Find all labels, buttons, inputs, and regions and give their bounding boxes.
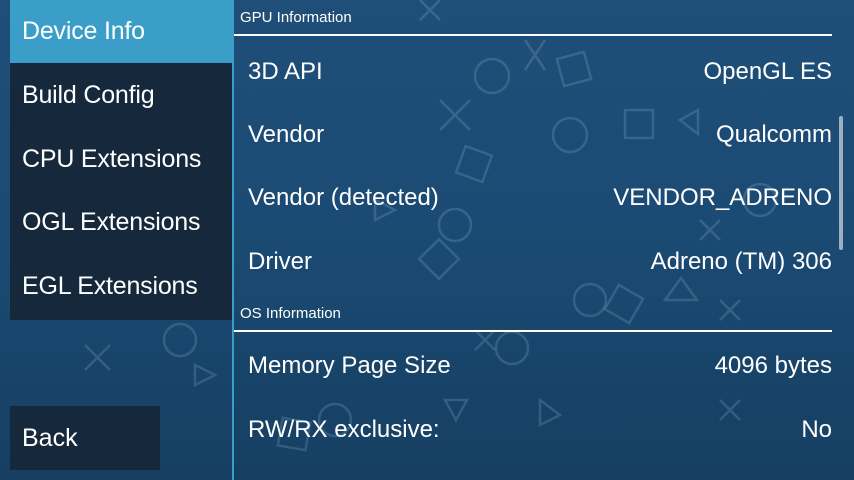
sidebar-item-label: OGL Extensions [22,208,201,236]
row-value: VENDOR_ADRENO [613,184,832,211]
section-header-os: OS Information [234,296,832,332]
info-row-rw-rx-exclusive: RW/RX exclusive: No [234,398,832,462]
sidebar-item-device-info[interactable]: Device Info [10,0,232,63]
row-value: Qualcomm [715,121,832,148]
sidebar-item-egl-extensions[interactable]: EGL Extensions [10,255,232,318]
row-value: Adreno (TM) 306 [650,248,832,275]
sidebar-item-cpu-extensions[interactable]: CPU Extensions [10,128,232,191]
info-row-3d-api: 3D API OpenGL ES [234,40,832,104]
section-title: GPU Information [240,8,352,26]
row-value: OpenGL ES [703,58,832,85]
sidebar-item-ogl-extensions[interactable]: OGL Extensions [10,191,232,254]
row-value: No [801,416,832,443]
info-row-vendor: Vendor Qualcomm [234,103,832,167]
sidebar-item-label: EGL Extensions [22,272,198,300]
row-label: 3D API [248,58,323,85]
sidebar-item-label: Device Info [22,17,145,45]
row-label: Memory Page Size [248,352,451,379]
row-value: 4096 bytes [714,352,832,379]
sidebar: Device Info Build Config CPU Extensions … [10,0,232,320]
row-label: RW/RX exclusive: [248,416,440,443]
back-button-label: Back [22,423,78,452]
section-title: OS Information [240,304,341,322]
info-row-driver: Driver Adreno (TM) 306 [234,230,832,294]
sidebar-item-build-config[interactable]: Build Config [10,64,232,127]
row-label: Vendor (detected) [248,184,439,211]
info-list[interactable]: GPU Information 3D API OpenGL ES Vendor … [234,0,854,480]
sidebar-item-label: CPU Extensions [22,145,202,173]
info-row-memory-page-size: Memory Page Size 4096 bytes [234,334,832,398]
sidebar-item-label: Build Config [22,81,155,109]
scrollbar[interactable] [839,116,843,250]
info-row-vendor-detected: Vendor (detected) VENDOR_ADRENO [234,166,832,230]
row-label: Driver [248,248,312,275]
section-header-gpu: GPU Information [234,0,832,36]
back-button[interactable]: Back [10,406,160,470]
row-label: Vendor [248,121,325,148]
